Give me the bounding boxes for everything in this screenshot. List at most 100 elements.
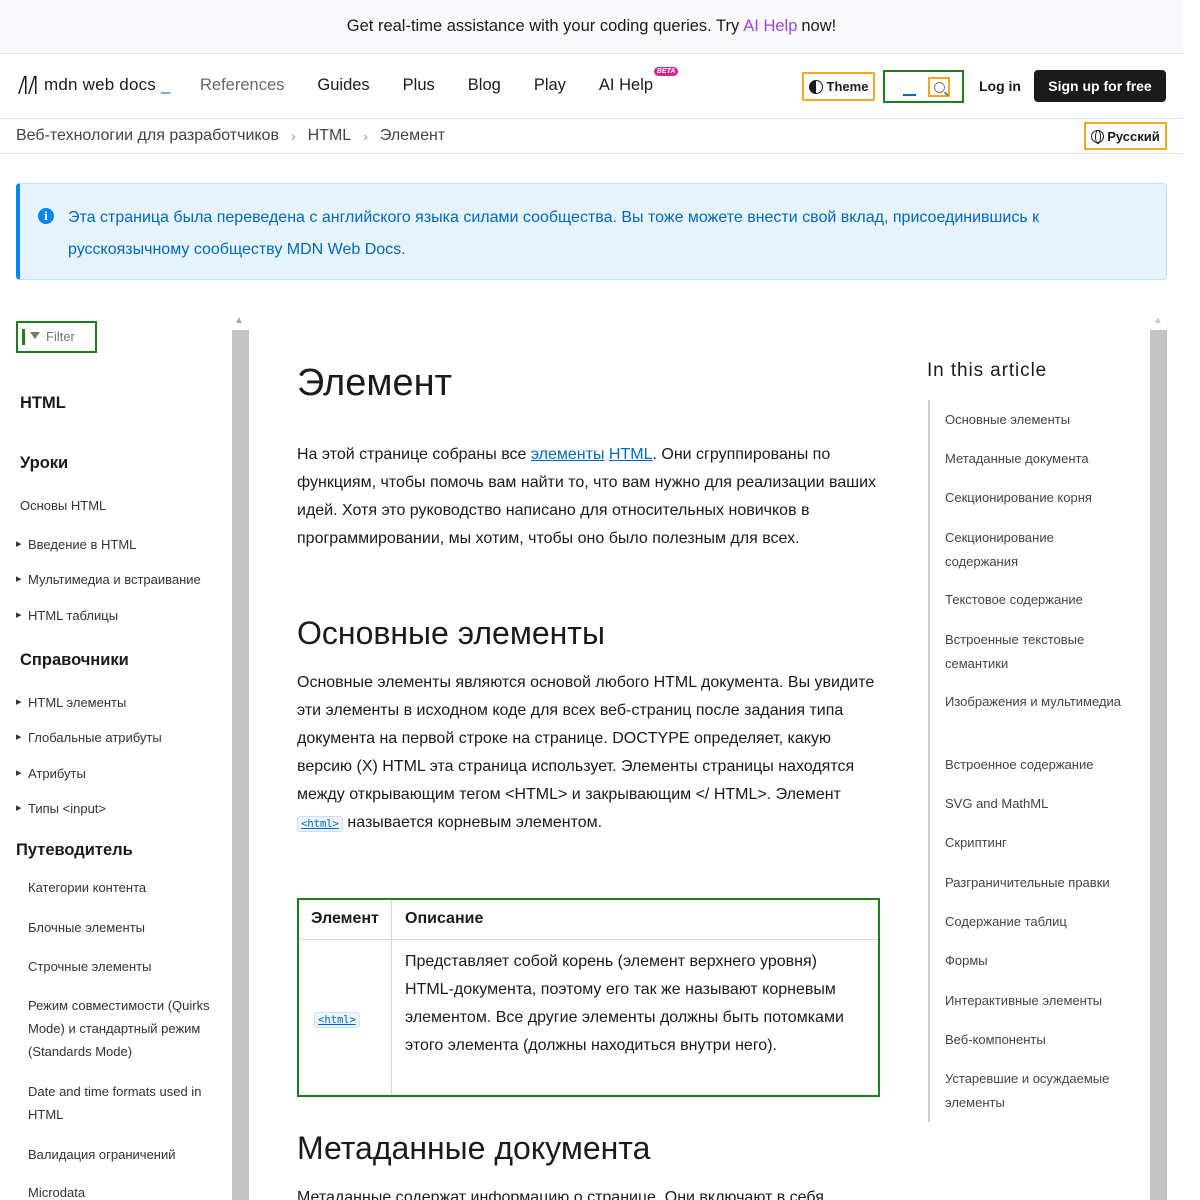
table-header: Элемент Описание [299,900,878,940]
section-title-main-elements: Основные элементы [297,615,605,651]
section-title-metadata: Метаданные документа [297,1130,651,1166]
nav-blog[interactable]: Blog [468,76,501,95]
mdn-logo-icon [18,76,37,94]
sidebar-scrollbar[interactable] [232,330,249,1200]
breadcrumb-bar: Веб-технологии для разработчиков › HTML … [0,118,1183,154]
toc-item[interactable]: Разграничительные правки [945,871,1121,895]
login-link[interactable]: Log in [979,78,1021,94]
sidebar-item[interactable]: Глобальные атрибуты [16,726,162,749]
mdn-logo[interactable]: mdn web docs _ [16,74,171,96]
toc-item[interactable]: Секционирование корня [945,486,1121,510]
sidebar-item[interactable]: Атрибуты [16,762,86,785]
toc-item[interactable]: Интерактивные элементы [945,989,1121,1013]
toc-item[interactable]: Основные элементы [945,408,1121,432]
language-label: Русский [1107,128,1160,144]
filter-caret [22,329,25,345]
sidebar-item[interactable]: Типы <input> [16,797,106,820]
table-header-description: Описание [405,910,484,927]
theme-icon [808,79,823,94]
ai-help-banner-link[interactable]: AI Help [743,17,797,36]
filter-placeholder: Filter [46,329,75,344]
scroll-up-arrow-icon[interactable]: ▲ [234,315,244,326]
toc-item[interactable]: Метаданные документа [945,447,1121,471]
html-code-link[interactable]: <html> [297,816,343,832]
toc-item[interactable]: SVG and MathML [945,792,1121,816]
elements-link[interactable]: элементы [531,446,605,463]
sidebar-title[interactable]: HTML [20,394,66,413]
elements-table: Элемент Описание <html> Представляет соб… [297,898,880,1097]
section-paragraph: Основные элементы являются основой любог… [297,674,875,832]
nav-guides[interactable]: Guides [317,76,369,95]
toc-item[interactable]: Встроенные текстовые семантики [945,628,1121,675]
banner-text: Get real-time assistance with your codin… [346,17,740,35]
sidebar-item[interactable]: Основы HTML [20,494,106,517]
breadcrumb-item-webtech[interactable]: Веб-технологии для разработчиков [16,127,279,145]
sidebar-heading-references: Справочники [20,651,129,669]
sidebar-item[interactable]: Режим совместимости (Quirks Mode) и стан… [28,994,224,1063]
breadcrumb: Веб-технологии для разработчиков › HTML … [16,127,445,145]
nav-plus[interactable]: Plus [403,76,435,95]
toc-item[interactable]: Встроенное содержание [945,753,1121,777]
table-row: <html> [314,1010,360,1028]
breadcrumb-item-element[interactable]: Элемент [380,127,445,145]
sidebar-item[interactable]: Введение в HTML [16,533,136,556]
sidebar-item[interactable]: Microdata [28,1181,85,1200]
filter-icon [30,332,40,339]
sidebar-item[interactable]: HTML таблицы [16,604,118,627]
info-icon: i [38,208,54,224]
notice-text[interactable]: Эта страница была переведена с английско… [68,202,1128,266]
sidebar-item[interactable]: Блочные элементы [28,916,145,939]
top-banner: Get real-time assistance with your codin… [0,0,1183,54]
toc-divider [928,400,930,1122]
table-divider [391,900,392,1095]
toc-title: In this article [927,360,1048,381]
sidebar-item[interactable]: Строчные элементы [28,955,151,978]
page-title: Элемент [297,362,453,404]
toc-item[interactable]: Изображения и мультимедиа [945,690,1121,714]
sidebar: Filter ▲ HTML Уроки Основы HTML Введение… [0,315,249,1200]
beta-badge: BETA [653,67,679,76]
logo-text: mdn web docs _ [44,75,171,94]
section-paragraph-partial: Метаданные содержат информацию о страниц… [297,1189,824,1200]
filter-input[interactable]: Filter [16,321,97,353]
nav-play[interactable]: Play [534,76,566,95]
theme-button[interactable]: Theme [802,72,875,101]
sidebar-item[interactable]: Мультимедиа и встраивание [16,568,201,591]
intro-paragraph: На этой странице собраны все элементы HT… [297,446,877,547]
toc-item[interactable]: Текстовое содержание [945,588,1121,612]
toc-item[interactable]: Формы [945,949,1121,973]
html-link[interactable]: HTML [609,446,653,463]
chevron-right-icon: › [363,128,368,144]
signup-button[interactable]: Sign up for free [1034,70,1166,102]
theme-label: Theme [826,79,869,94]
breadcrumb-item-html[interactable]: HTML [308,127,352,145]
table-cell-description: Представляет собой корень (элемент верхн… [405,953,844,1054]
toc-item[interactable]: Устаревшие и осуждаемые элементы [945,1067,1121,1114]
search-icon [933,81,945,93]
sidebar-heading-guide: Путеводитель [16,841,133,859]
globe-icon [1091,129,1105,144]
table-of-contents: In this article Основные элементы Метада… [927,360,1127,1122]
sidebar-item[interactable]: Валидация ограничений [28,1143,176,1166]
toc-item[interactable]: Веб-компоненты [945,1028,1121,1052]
search-input[interactable] [883,70,964,103]
sidebar-item[interactable]: Категории контента [28,876,146,899]
search-button[interactable] [928,77,950,97]
search-caret [903,94,916,96]
sidebar-heading-lessons: Уроки [20,454,69,472]
toc-item[interactable]: Секционирование содержания [945,526,1121,573]
main-scrollbar[interactable] [1150,330,1167,1200]
language-switcher[interactable]: Русский [1084,122,1167,150]
main-scroll-up-icon[interactable]: ▲ [1153,315,1163,326]
nav-references[interactable]: References [200,76,284,95]
sidebar-item[interactable]: Date and time formats used in HTML [28,1080,224,1126]
html-element-link[interactable]: <html> [314,1012,360,1028]
nav-ai-help[interactable]: AI Help BETA [599,67,679,95]
table-header-element: Элемент [311,910,379,927]
banner-text-end: now! [801,17,837,35]
sidebar-item[interactable]: HTML элементы [16,691,126,714]
chevron-right-icon: › [290,128,296,144]
toc-item[interactable]: Скриптинг [945,831,1121,855]
translation-notice: i Эта страница была переведена с английс… [16,183,1167,280]
toc-item[interactable]: Содержание таблиц [945,910,1121,934]
